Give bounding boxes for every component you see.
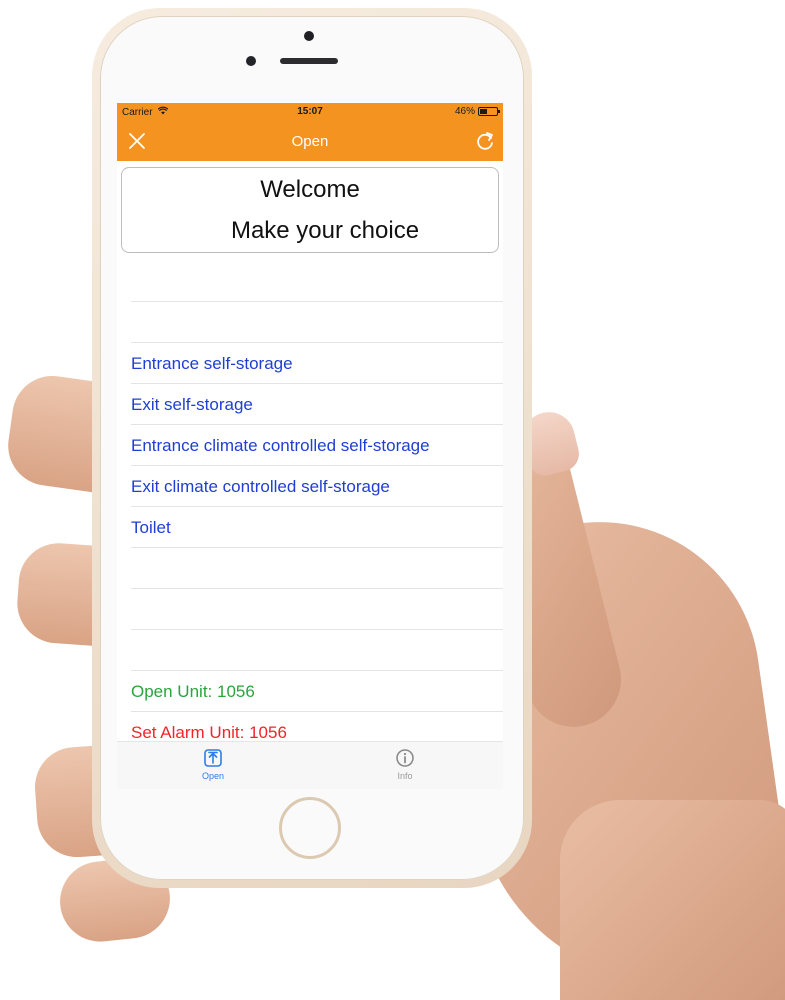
battery-icon [478,107,500,116]
info-icon [396,749,414,767]
list-item[interactable]: Exit climate controlled self-storage [131,465,503,506]
status-time: 15:07 [297,106,323,117]
list-item-empty [131,629,503,670]
list-item-empty [131,301,503,342]
list-item[interactable]: Toilet [131,506,503,547]
refresh-icon[interactable] [473,129,497,153]
close-icon[interactable] [125,129,149,153]
list-item-empty [131,588,503,629]
welcome-subheading: Make your choice [230,217,420,244]
nav-title: Open [291,133,329,150]
choice-list: Entrance self-storage Exit self-storage En… [131,301,503,752]
list-item[interactable]: Open Unit: 1056 [131,670,503,711]
battery-percent: 46% [454,106,475,117]
app-screen: Carrier 15:07 46% Open Welcome Make your… [117,103,503,789]
front-sensor [246,56,256,66]
tab-open-label: Open [201,771,225,781]
list-item[interactable]: Entrance climate controlled self-storage [131,424,503,465]
tab-bar: Open Info [117,741,503,789]
nav-bar: Open [117,121,503,161]
battery-status: 46% [454,106,500,117]
tab-open[interactable]: Open [183,748,243,781]
home-button[interactable] [279,797,341,859]
welcome-heading: Welcome [260,176,360,203]
welcome-box: Welcome Make your choice [121,167,499,253]
upload-box-icon [204,749,222,767]
list-item[interactable]: Entrance self-storage [131,342,503,383]
list-item[interactable]: Exit self-storage [131,383,503,424]
earpiece-speaker [280,58,338,64]
hand-wrist [560,800,785,1000]
camera-icon [304,31,314,41]
status-bar: Carrier 15:07 46% [117,103,503,121]
list-item-empty [131,547,503,588]
tab-info[interactable]: Info [375,748,435,781]
tab-info-label: Info [397,771,413,781]
